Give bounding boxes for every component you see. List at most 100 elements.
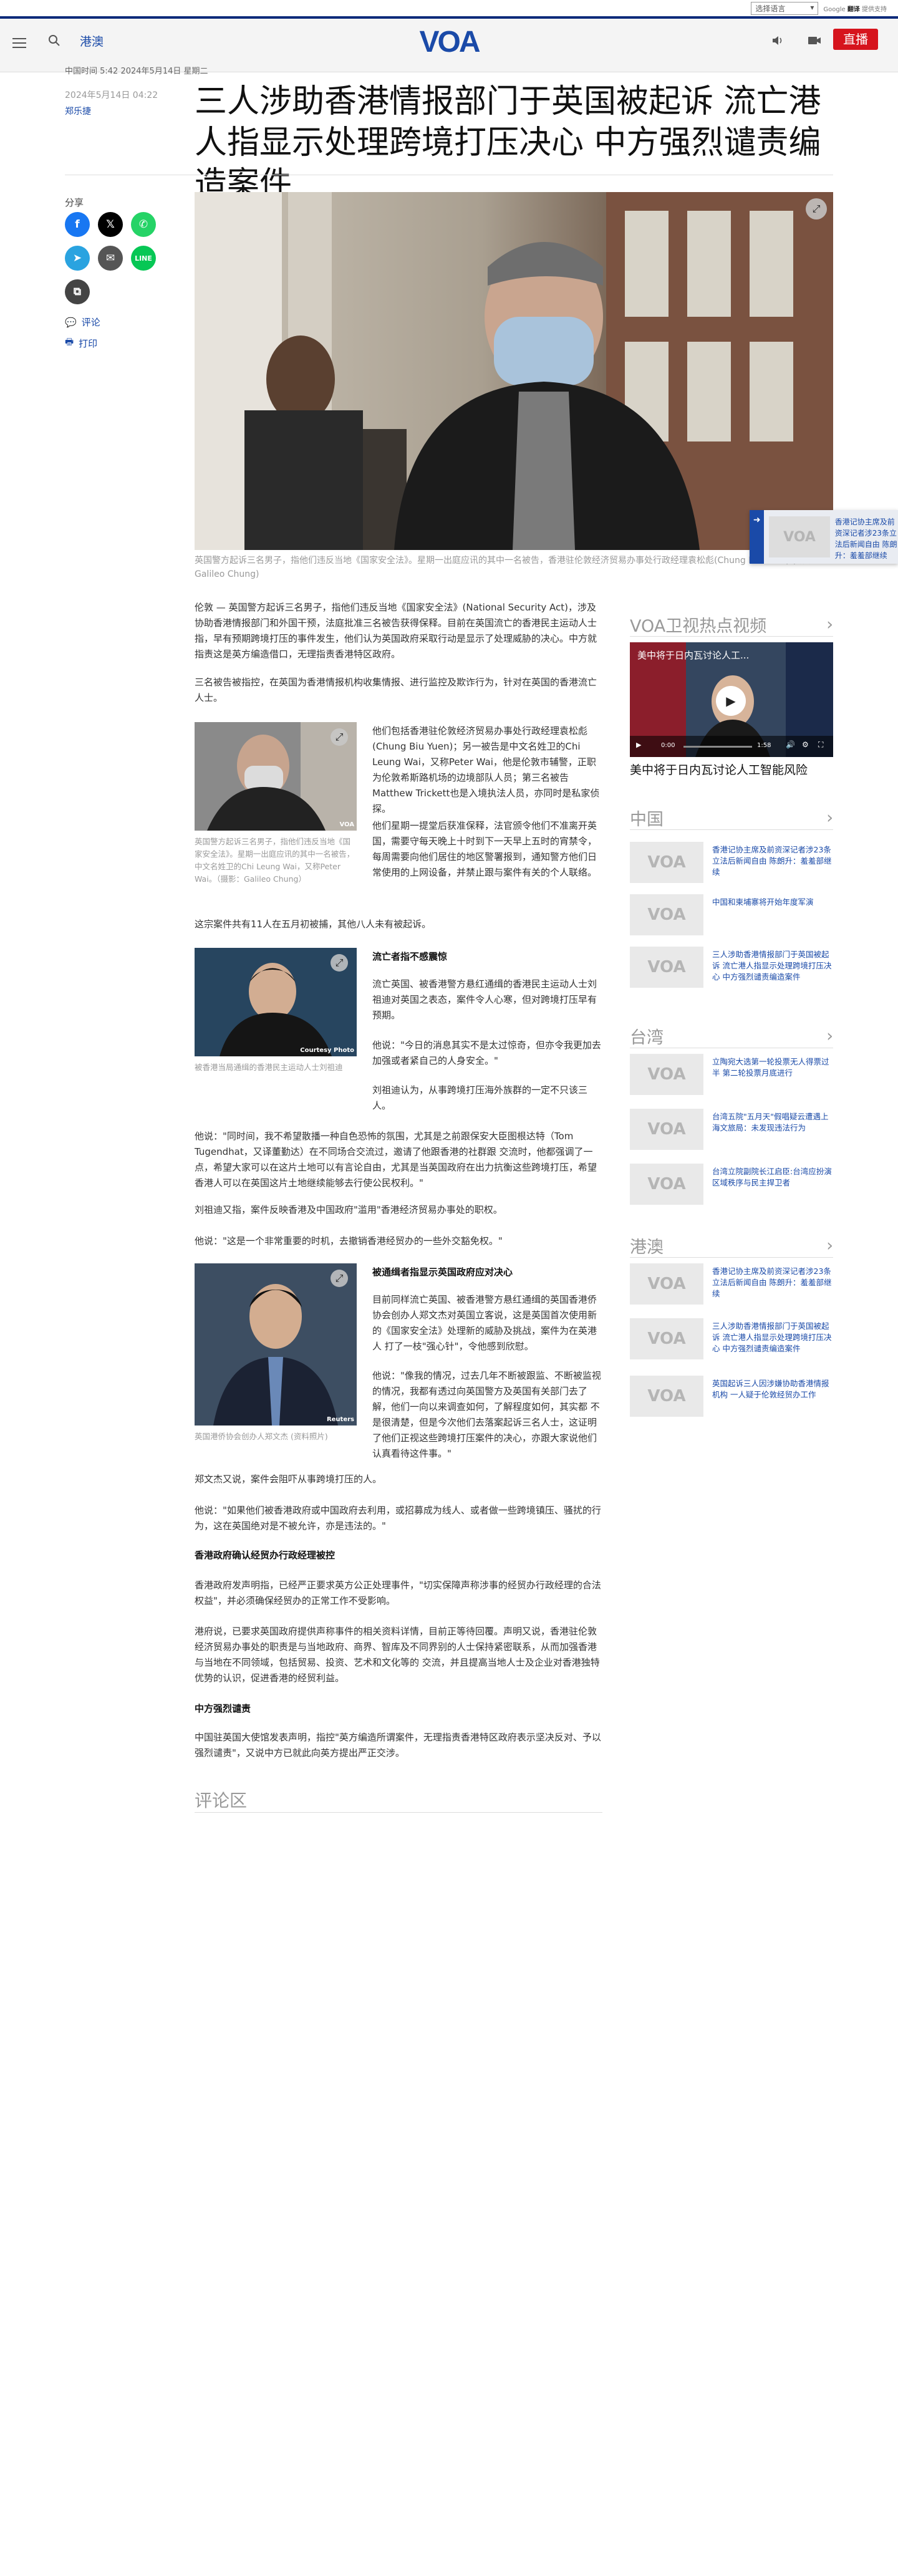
- translate-widget: 选择语言 ▾ Google 翻译 提供支持: [751, 2, 887, 15]
- chevron-right-icon: ›: [826, 1236, 833, 1255]
- sidebar-item-label: 台湾立院副院长江启臣:台湾应扮演区域秩序与民主捍卫者: [712, 1167, 832, 1187]
- expand-icon[interactable]: ⤢: [331, 1270, 348, 1287]
- page-title: 三人涉助香港情报部门于英国被起诉 流亡港人指显示处理跨境打压决心 中方强烈谴责编…: [195, 83, 821, 203]
- floating-card-text: 香港记协主席及前资深记者涉23条立法后新闻自由 陈朗升：羞羞部继续: [834, 518, 897, 560]
- paragraph: 他说："同时间，我不希望散播一种自色恐怖的氛围，尤其是之前跟保安大臣图根达特（T…: [195, 1131, 597, 1189]
- sidebar-item[interactable]: VOA 台湾五院"五月天"假唱疑云遭遇上海文旅局：未发现违法行为: [630, 1109, 833, 1150]
- video-player[interactable]: 美中将于日内瓦讨论人工... ▶ ▶ 0:00 1:58 🔊 ⚙ ⛶: [630, 642, 833, 757]
- paragraph: 香港政府发声明指，已经严正要求英方公正处理事件，"切实保障声称涉事的经贸办行政经…: [195, 1580, 601, 1606]
- floating-related-card[interactable]: ➜ VOA 香港记协主席及前资深记者涉23条立法后新闻自由 陈朗升：羞羞部继续: [750, 510, 898, 564]
- whatsapp-share-icon[interactable]: ✆: [131, 212, 156, 237]
- video-overlay-title: 美中将于日内瓦讨论人工...: [637, 650, 750, 661]
- facebook-share-icon[interactable]: f: [65, 212, 90, 237]
- volume-icon[interactable]: 🔊: [786, 740, 795, 749]
- voa-thumb-icon: VOA: [630, 894, 703, 935]
- subheading: 流亡者指不感震惊: [372, 951, 448, 962]
- paragraph: 中国驻英国大使馆发表声明，指控"英方编造所谓案件，无理指责香港特区政府表示坚决反…: [195, 1732, 601, 1758]
- x-share-icon[interactable]: 𝕏: [98, 212, 123, 237]
- comments-link[interactable]: 💬 评论: [65, 316, 100, 329]
- sidebar-video-heading[interactable]: VOA卫视热点视频 ›: [630, 612, 833, 637]
- line-share-icon[interactable]: LINE: [131, 246, 156, 271]
- sidebar-item-label: 中国和柬埔寨将开始年度军演: [712, 897, 814, 907]
- article-date: 2024年5月14日 04:22: [65, 90, 158, 100]
- hero-photo: [195, 192, 833, 550]
- comments-section-title: 评论区: [195, 1790, 248, 1811]
- chevron-down-icon: ▾: [810, 3, 814, 12]
- language-select-label: 选择语言: [755, 4, 786, 13]
- expand-icon[interactable]: ⤢: [806, 198, 827, 219]
- google-label: Google: [823, 6, 846, 13]
- divider: [195, 1812, 602, 1813]
- search-icon[interactable]: [47, 34, 61, 47]
- video-title[interactable]: 美中将于日内瓦讨论人工智能风险: [630, 762, 833, 778]
- paragraph: 郑文杰又说，案件会阻吓从事跨境打压的人。: [195, 1474, 382, 1485]
- powered-suffix: 提供支持: [862, 6, 887, 13]
- section-link[interactable]: 港澳: [80, 32, 104, 49]
- sidebar-section-heading[interactable]: 港澳 ›: [630, 1233, 833, 1258]
- paragraph: 他说："今日的消息其实不是太过惊奇，但亦令我更加去加强或者紧自己的人身安全。": [372, 1040, 601, 1066]
- subheading: 中方强烈谴责: [195, 1703, 251, 1714]
- play-icon[interactable]: ▶: [716, 686, 746, 716]
- sidebar-item[interactable]: VOA 三人涉助香港情报部门于英国被起诉 流亡港人指显示处理跨境打压决心 中方强…: [630, 1318, 833, 1359]
- divider: [630, 636, 833, 637]
- sidebar-item[interactable]: VOA 台湾立院副院长江启臣:台湾应扮演区域秩序与民主捍卫者: [630, 1164, 833, 1205]
- expand-icon[interactable]: ⤢: [331, 954, 348, 972]
- hero-image: [195, 192, 833, 550]
- voa-thumb-icon: VOA: [630, 842, 703, 883]
- sidebar-item-label: 三人涉助香港情报部门于英国被起诉 流亡港人指显示处理跨境打压决心 中方强烈谴责编…: [712, 950, 832, 982]
- sidebar-item-label: 立陶宛大选第一轮投票无人得票过半 第二轮投票月底进行: [712, 1057, 829, 1078]
- voa-thumb-icon: VOA: [630, 1164, 703, 1205]
- sidebar-item[interactable]: VOA 香港记协主席及前资深记者涉23条立法后新闻自由 陈朗升：羞羞部继续: [630, 1263, 833, 1305]
- sidebar-item-label: 香港记协主席及前资深记者涉23条立法后新闻自由 陈朗升：羞羞部继续: [712, 1266, 832, 1298]
- video-total-time: 1:58: [757, 742, 771, 749]
- sidebar-video-title: VOA卫视热点视频: [630, 617, 767, 636]
- comment-icon: 💬: [65, 316, 77, 328]
- voa-thumb-icon: VOA: [630, 1109, 703, 1150]
- voa-logo[interactable]: VOA: [415, 24, 483, 57]
- print-link-label: 打印: [79, 338, 98, 349]
- paragraph: 他说："如果他们被香港政府或中国政府去利用，或招募成为线人、或者做一些跨境镇压、…: [195, 1505, 601, 1532]
- play-small-icon[interactable]: ▶: [636, 741, 641, 749]
- language-select[interactable]: 选择语言 ▾: [751, 2, 819, 15]
- author-link[interactable]: 郑乐捷: [65, 105, 91, 117]
- logo-text: VOA: [419, 26, 480, 57]
- video-progress-bar[interactable]: [683, 746, 752, 748]
- sidebar-section-title: 港澳: [630, 1238, 664, 1257]
- sidebar-item[interactable]: VOA 三人涉助香港情报部门于英国被起诉 流亡港人指显示处理跨境打压决心 中方强…: [630, 947, 833, 988]
- image-credit: Courtesy Photo: [300, 1047, 354, 1054]
- expand-icon[interactable]: ⤢: [331, 728, 348, 746]
- audio-icon[interactable]: [771, 34, 785, 47]
- paragraph: 他们星期一提堂后获准保释，法官颁令他们不准离开英国，需要守每天晚上十时到下一天早…: [372, 820, 597, 878]
- settings-icon[interactable]: ⚙: [802, 740, 809, 749]
- telegram-share-icon[interactable]: ➤: [65, 246, 90, 271]
- image-credit: Reuters: [326, 1416, 354, 1423]
- voa-thumb-icon: VOA: [630, 1318, 703, 1359]
- email-share-icon[interactable]: ✉: [98, 246, 123, 271]
- sidebar-section-heading[interactable]: 中国 ›: [630, 806, 833, 830]
- arrow-right-icon[interactable]: ➜: [750, 510, 765, 564]
- sidebar-item[interactable]: VOA 中国和柬埔寨将开始年度军演: [630, 894, 833, 935]
- sidebar-item[interactable]: VOA 英国起诉三人因涉嫌协助香港情报机构 一人疑于伦敦经贸办工作: [630, 1376, 833, 1417]
- sidebar-item-label: 英国起诉三人因涉嫌协助香港情报机构 一人疑于伦敦经贸办工作: [712, 1379, 829, 1399]
- fullscreen-icon[interactable]: ⛶: [818, 740, 823, 750]
- paragraph: 他说："这是一个非常重要的时机，去撤销香港经贸办的一些外交豁免权。": [195, 1235, 503, 1247]
- print-link[interactable]: 🖶 打印: [65, 335, 97, 351]
- sidebar-section-title: 中国: [630, 810, 664, 829]
- image-caption: 英国港侨协会创办人郑文杰 (资料照片): [195, 1432, 328, 1441]
- sidebar-section-heading[interactable]: 台湾 ›: [630, 1024, 833, 1048]
- photo-cheng: [195, 1263, 357, 1425]
- chevron-right-icon: ›: [826, 615, 833, 634]
- divider: [630, 829, 833, 830]
- menu-icon[interactable]: [12, 35, 26, 51]
- sidebar-item[interactable]: VOA 香港记协主席及前资深记者涉23条立法后新闻自由 陈朗升：羞羞部继续: [630, 842, 833, 883]
- image-caption: 英国警方起诉三名男子，指他们违反当地《国家安全法》。星期一出庭应讯的其中一名被告…: [195, 837, 355, 884]
- print-icon: 🖶: [65, 336, 74, 347]
- copy-link-icon[interactable]: ⧉: [65, 279, 90, 304]
- live-button[interactable]: 直播: [833, 29, 878, 50]
- google-translate-credit[interactable]: Google 翻译 提供支持: [823, 4, 887, 13]
- video-camera-icon[interactable]: [807, 34, 822, 47]
- paragraph: 港府说，已要求英国政府提供声称事件的相关资料详情，目前正等待回覆。声明又说，香港…: [195, 1626, 600, 1684]
- sidebar-item[interactable]: VOA 立陶宛大选第一轮投票无人得票过半 第二轮投票月底进行: [630, 1054, 833, 1095]
- voa-thumb-icon: VOA: [769, 516, 830, 557]
- share-label: 分享: [65, 197, 84, 208]
